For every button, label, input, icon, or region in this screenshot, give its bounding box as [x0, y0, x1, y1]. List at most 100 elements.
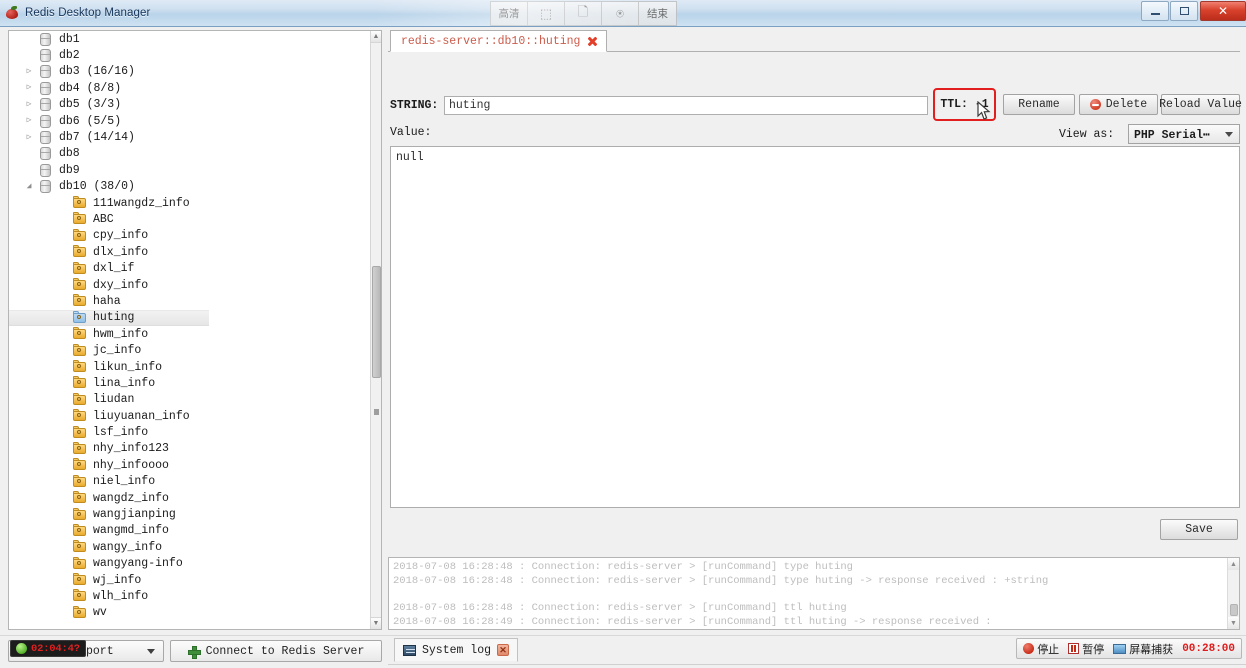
key-folder-icon — [73, 343, 87, 357]
maximize-button[interactable] — [1170, 1, 1198, 21]
view-as-label: View as: — [1059, 128, 1115, 141]
titlebar[interactable]: Redis Desktop Manager 高清 ⬚ 🗋 ⍟ 结束 ✕ — [0, 0, 1246, 27]
recorder-overlay-left[interactable]: 02:04:4? — [10, 640, 86, 657]
tree-scrollbar-thumb[interactable] — [372, 266, 381, 378]
tree-item-key[interactable]: wangmd_info — [9, 523, 371, 539]
tree-scroll-up-button[interactable]: ▲ — [371, 31, 381, 43]
tree-item-key[interactable]: haha — [9, 293, 371, 309]
tree-item-key[interactable]: wv — [9, 605, 371, 621]
chevron-down-icon[interactable]: ◢ — [23, 182, 35, 191]
tree-item-key[interactable]: wangy_info — [9, 539, 371, 555]
tree-item-key[interactable]: lsf_info — [9, 424, 371, 440]
connect-to-redis-server-button[interactable]: Connect to Redis Server — [170, 640, 382, 662]
tree-item-database[interactable]: ▷ db7 (14/14) — [9, 129, 371, 145]
tree-vertical-scrollbar[interactable]: ▲ ▼ — [370, 31, 381, 629]
close-icon[interactable]: ✕ — [497, 644, 510, 656]
tree-item-database[interactable]: ▷ db3 (16/16) — [9, 64, 371, 80]
recorder-pause-button[interactable]: 暂停 — [1068, 641, 1104, 657]
screen-capture-icon — [1113, 643, 1127, 654]
tree-item-key[interactable]: dxy_info — [9, 277, 371, 293]
recorder-pause-label: 暂停 — [1082, 643, 1105, 656]
key-folder-icon — [73, 425, 87, 439]
tree-item-key[interactable]: jc_info — [9, 342, 371, 358]
minimize-button[interactable] — [1141, 1, 1169, 21]
tree-item-database[interactable]: db1 — [9, 31, 371, 47]
tree-item-key[interactable]: lina_info — [9, 375, 371, 391]
capture-finish-button[interactable]: 结束 — [639, 2, 676, 25]
recorder-capture-button[interactable]: 屏幕捕获 — [1113, 641, 1173, 657]
log-line: 2018-07-08 16:28:49 : Connection: redis-… — [393, 615, 992, 628]
tree-item-label: db8 — [59, 147, 80, 161]
capture-overlay-toolbar[interactable]: 高清 ⬚ 🗋 ⍟ 结束 — [490, 1, 677, 26]
tree-item-database[interactable]: db8 — [9, 146, 371, 162]
tab-system-log[interactable]: System log ✕ — [394, 638, 519, 662]
tree-item-key[interactable]: nhy_info123 — [9, 441, 371, 457]
tree-item-key[interactable]: likun_info — [9, 359, 371, 375]
key-name-row: STRING: — [390, 96, 928, 115]
tree-item-key[interactable]: liuyuanan_info — [9, 408, 371, 424]
tree-item-key[interactable]: huting — [9, 309, 209, 327]
close-icon[interactable] — [587, 36, 598, 47]
database-icon — [39, 131, 53, 145]
log-scroll-down-button[interactable]: ▼ — [1228, 617, 1239, 629]
database-icon — [39, 114, 53, 128]
tree-item-key[interactable]: cpy_info — [9, 228, 371, 244]
tree-item-key[interactable]: hwm_info — [9, 326, 371, 342]
capture-window-button[interactable]: 🗋 — [565, 2, 602, 25]
tree-item-key[interactable]: dxl_if — [9, 260, 371, 276]
key-folder-icon — [73, 491, 87, 504]
tree-item-key[interactable]: wangjianping — [9, 506, 371, 522]
log-scroll-up-button[interactable]: ▲ — [1228, 558, 1239, 570]
tree-item-database[interactable]: db2 — [9, 47, 371, 63]
chevron-right-icon[interactable]: ▷ — [23, 67, 35, 76]
tree-item-key[interactable]: niel_info — [9, 474, 371, 490]
rename-button[interactable]: Rename — [1003, 94, 1075, 115]
tree-item-database[interactable]: db9 — [9, 162, 371, 178]
capture-select-region-button[interactable]: ⬚ — [528, 2, 565, 25]
key-name-input[interactable] — [444, 96, 928, 115]
capture-hd-button[interactable]: 高清 — [491, 2, 528, 25]
tree-item-key[interactable]: wj_info — [9, 572, 371, 588]
tree-item-key[interactable]: wangdz_info — [9, 490, 371, 506]
key-folder-icon — [73, 507, 87, 521]
tree-item-key[interactable]: dlx_info — [9, 244, 371, 260]
tree-item-key[interactable]: ABC — [9, 211, 371, 227]
chevron-right-icon[interactable]: ▷ — [23, 117, 35, 125]
tree-item-key[interactable]: liudan — [9, 392, 371, 408]
tree-item-database[interactable]: ◢ db10 (38/0) — [9, 179, 371, 195]
tab-redis-key[interactable]: redis-server::db10::huting — [390, 30, 608, 52]
tree-item-key[interactable]: nhy_infoooo — [9, 457, 371, 473]
tree-item-key[interactable]: 111wangdz_info — [9, 195, 371, 211]
tree-scroll-down-button[interactable]: ▼ — [371, 617, 381, 629]
recorder-stop-button[interactable]: 停止 — [1023, 641, 1059, 657]
tree-item-database[interactable]: ▷ db4 (8/8) — [9, 80, 371, 96]
key-folder-icon — [73, 605, 87, 619]
tree-item-key[interactable]: wangyang-info — [9, 556, 371, 572]
log-scrollbar-thumb[interactable] — [1230, 604, 1238, 616]
log-vertical-scrollbar[interactable]: ▲ ▼ — [1227, 558, 1239, 629]
save-label: Save — [1185, 523, 1213, 536]
delete-button[interactable]: Delete — [1079, 94, 1158, 115]
database-icon — [39, 81, 53, 95]
tree-item-database[interactable]: ▷ db6 (5/5) — [9, 113, 371, 129]
reload-value-button[interactable]: Reload Value — [1159, 94, 1242, 115]
rename-label: Rename — [1018, 98, 1060, 111]
chevron-right-icon[interactable]: ▷ — [23, 84, 35, 92]
save-button[interactable]: Save — [1160, 519, 1238, 540]
tree-item-label: db9 — [59, 163, 80, 177]
chevron-right-icon[interactable]: ▷ — [23, 133, 35, 142]
capture-target-button[interactable]: ⍟ — [602, 2, 639, 25]
key-tree[interactable]: db1 db2 ▷ db3 (16/16) ▷ db4 (8/8) ▷ db5 (3/3) ▷ d… — [9, 31, 371, 629]
ttl-highlight-box[interactable]: TTL: -1 — [933, 88, 996, 121]
recorder-overlay-right[interactable]: 停止 暂停 屏幕捕获 00:28:00 — [1016, 638, 1242, 659]
tree-item-key[interactable]: wlh_info — [9, 588, 371, 604]
view-as-select[interactable]: PHP Serial⋯ — [1128, 124, 1240, 144]
tree-scrollbar-grip[interactable] — [374, 409, 379, 415]
key-folder-icon — [73, 310, 87, 324]
chevron-right-icon[interactable]: ▷ — [23, 100, 35, 109]
app-logo-icon — [5, 5, 20, 21]
close-window-button[interactable]: ✕ — [1200, 1, 1246, 21]
tree-item-database[interactable]: ▷ db5 (3/3) — [9, 97, 371, 113]
value-textarea[interactable]: null — [390, 146, 1240, 508]
editor-tab-strip: redis-server::db10::huting — [388, 30, 1240, 52]
